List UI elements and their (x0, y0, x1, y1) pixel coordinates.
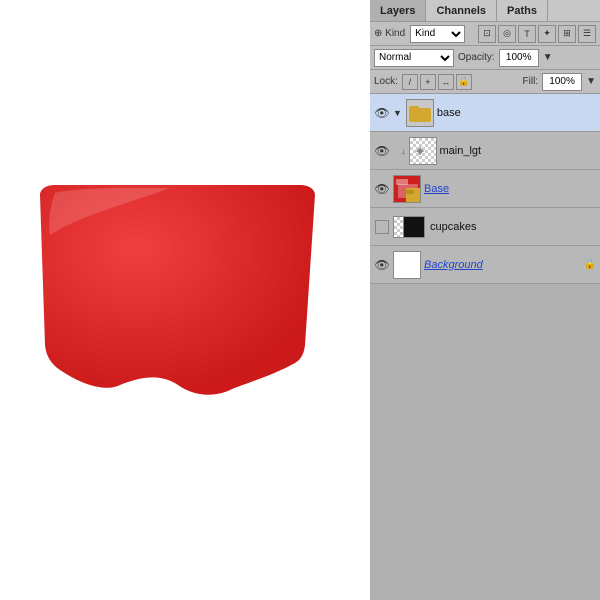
filter-icons: ⊡ ◎ T ✦ ⊞ ☰ (478, 25, 596, 43)
eye-main-lgt[interactable]: 👁 (374, 143, 390, 159)
layers-list: 👁 ▼ base 👁 ↓ ✦ (370, 94, 600, 600)
eye-base-group[interactable]: 👁 (374, 105, 390, 121)
lock-position-btn[interactable]: + (420, 74, 436, 90)
layer-name-main-lgt: main_lgt (440, 145, 597, 157)
eye-icon-base: 👁 (374, 182, 389, 196)
eye-base[interactable]: 👁 (374, 181, 390, 197)
eye-cupcakes[interactable] (374, 219, 390, 235)
eye-hidden-cupcakes (375, 220, 389, 234)
filter-icon-type[interactable]: T (518, 25, 536, 43)
filter-row: ⊕ Kind Kind ⊡ ◎ T ✦ ⊞ ☰ (370, 22, 600, 46)
filter-icon-pixel[interactable]: ⊡ (478, 25, 496, 43)
filter-icon-smart[interactable]: ⊞ (558, 25, 576, 43)
layer-name-base-group: base (437, 107, 596, 119)
eye-icon-base-group: 👁 (374, 106, 389, 120)
svg-text:✦: ✦ (413, 144, 425, 160)
eye-icon-background: 👁 (374, 258, 389, 272)
layer-thumb-cupcakes (393, 213, 427, 241)
lock-icons: / + ↔ 🔒 (402, 74, 472, 90)
layer-name-background: Background (424, 259, 581, 271)
opacity-arrow[interactable]: ▼ (543, 52, 553, 63)
fill-arrow[interactable]: ▼ (586, 76, 596, 87)
filter-label: ⊕ Kind (374, 28, 405, 39)
layer-thumb-background (393, 251, 421, 279)
lock-all-btn[interactable]: 🔒 (456, 74, 472, 90)
lock-artboard-btn[interactable]: ↔ (438, 74, 454, 90)
tab-channels[interactable]: Channels (426, 0, 497, 21)
eye-background[interactable]: 👁 (374, 257, 390, 273)
filter-kind-select[interactable]: Kind (410, 25, 465, 43)
lock-pixels-btn[interactable]: / (402, 74, 418, 90)
filter-icon-adjust[interactable]: ◎ (498, 25, 516, 43)
effect-arrow-main-lgt: ↓ (401, 146, 406, 156)
layer-name-base: Base (424, 183, 596, 195)
opacity-label: Opacity: (458, 52, 495, 63)
fill-label: Fill: (523, 76, 539, 87)
layer-name-cupcakes: cupcakes (430, 221, 596, 233)
fill-input[interactable] (542, 73, 582, 91)
expand-arrow-base-group[interactable]: ▼ (393, 108, 402, 118)
lock-row: Lock: / + ↔ 🔒 Fill: ▼ (370, 70, 600, 94)
layer-item-main-lgt[interactable]: 👁 ↓ ✦ main_lgt (370, 132, 600, 170)
filter-icon-shape[interactable]: ✦ (538, 25, 556, 43)
opacity-input[interactable] (499, 49, 539, 67)
blend-mode-select[interactable]: Normal (374, 49, 454, 67)
layer-item-cupcakes[interactable]: cupcakes (370, 208, 600, 246)
layer-item-base[interactable]: 👁 Base (370, 170, 600, 208)
layer-thumb-base (393, 175, 421, 203)
tab-layers[interactable]: Layers (370, 0, 426, 21)
canvas-area (0, 0, 370, 600)
tab-paths[interactable]: Paths (497, 0, 548, 21)
blend-row: Normal Opacity: ▼ (370, 46, 600, 70)
lock-icon-background: 🔒 (584, 259, 596, 270)
filter-icon-more[interactable]: ☰ (578, 25, 596, 43)
tabs-row: Layers Channels Paths (370, 0, 600, 22)
panels: Layers Channels Paths ⊕ Kind Kind ⊡ ◎ T … (370, 0, 600, 600)
red-shape (30, 185, 325, 395)
layer-item-background[interactable]: 👁 Background 🔒 (370, 246, 600, 284)
layer-thumb-main-lgt: ✦ (409, 137, 437, 165)
lock-label: Lock: (374, 76, 398, 87)
eye-icon-main-lgt: 👁 (374, 144, 389, 158)
layer-thumb-base-group (406, 99, 434, 127)
layer-item-base-group[interactable]: 👁 ▼ base (370, 94, 600, 132)
